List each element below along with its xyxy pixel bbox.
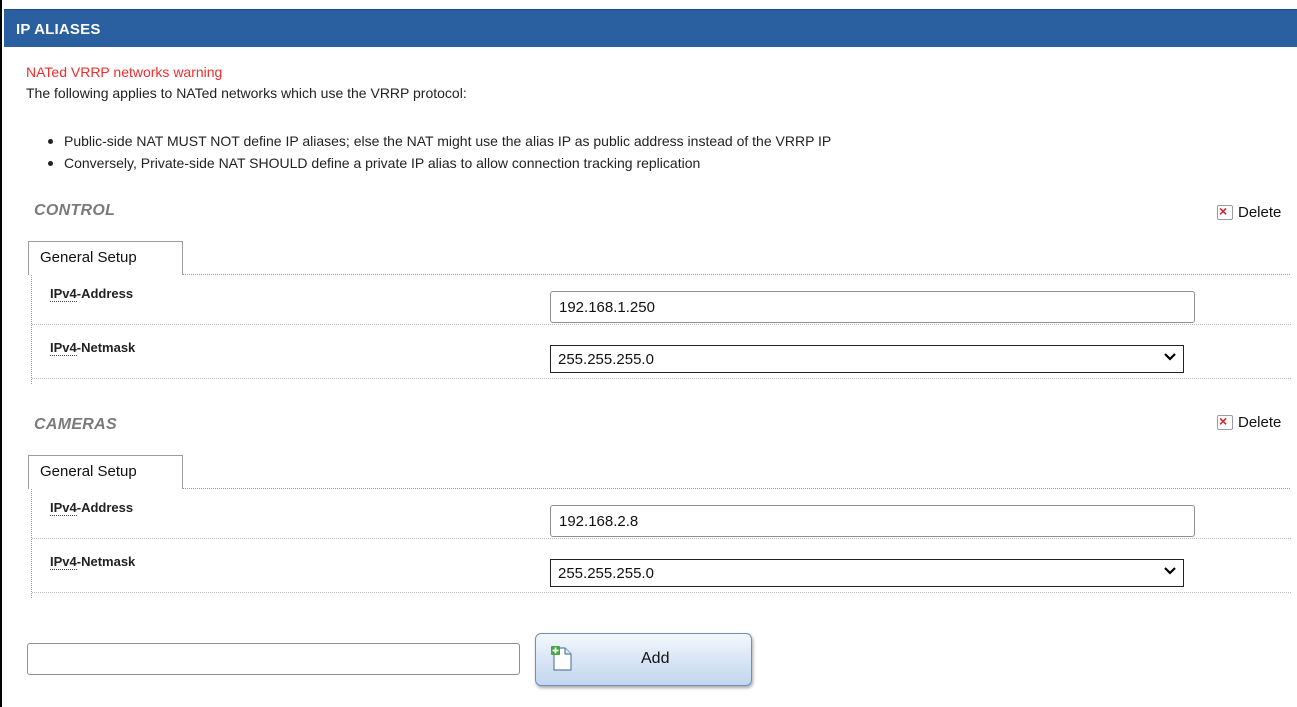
warning-intro: The following applies to NATed networks …: [26, 85, 467, 101]
general-setup-panel: IPv4-Address IPv4-Netmask 255.255.255.0: [31, 488, 1291, 598]
tab-label: General Setup: [40, 463, 137, 480]
ipv4-address-input[interactable]: [550, 291, 1195, 323]
warning-bullet-text: Conversely, Private-side NAT SHOULD defi…: [64, 155, 701, 171]
add-button[interactable]: Add: [535, 633, 752, 686]
tab-general-setup[interactable]: General Setup: [28, 241, 183, 275]
ipv4-address-input[interactable]: [550, 505, 1195, 537]
netmask-selected-value: 255.255.255.0: [558, 565, 654, 582]
section-title-control: CONTROL: [34, 202, 116, 219]
delete-icon: ×: [1217, 204, 1233, 220]
ipv4-address-row: IPv4-Address: [32, 279, 1291, 325]
warning-bullet: Public-side NAT MUST NOT define IP alias…: [48, 133, 831, 155]
bullet-dot-icon: [48, 139, 53, 144]
delete-cameras-button[interactable]: × Delete: [1217, 414, 1297, 431]
delete-icon: ×: [1217, 414, 1233, 430]
ipv4-netmask-select[interactable]: 255.255.255.0: [550, 559, 1184, 587]
ipv4-netmask-row: IPv4-Netmask 255.255.255.0: [32, 547, 1291, 593]
warning-bullet: Conversely, Private-side NAT SHOULD defi…: [48, 155, 831, 177]
add-section-icon: [551, 646, 572, 671]
delete-label: Delete: [1238, 204, 1282, 221]
chevron-down-icon: [1164, 567, 1176, 575]
general-setup-panel: IPv4-Address IPv4-Netmask 255.255.255.0: [31, 274, 1291, 384]
page-title: IP ALIASES: [16, 21, 101, 38]
add-button-label: Add: [641, 650, 670, 667]
warning-title: NATed VRRP networks warning: [26, 64, 223, 80]
page-header: IP ALIASES: [4, 9, 1297, 47]
warning-bullet-list: Public-side NAT MUST NOT define IP alias…: [48, 133, 831, 177]
bullet-dot-icon: [48, 161, 53, 166]
tab-label: General Setup: [40, 249, 137, 266]
tab-general-setup[interactable]: General Setup: [28, 455, 183, 489]
ipv4-netmask-select[interactable]: 255.255.255.0: [550, 345, 1184, 373]
config-page: IP ALIASES NATed VRRP networks warning T…: [0, 0, 1297, 707]
ipv4-address-label: IPv4-Address: [50, 286, 134, 302]
delete-label: Delete: [1238, 414, 1282, 431]
section-title-cameras: CAMERAS: [34, 416, 117, 433]
ipv4-address-label: IPv4-Address: [50, 500, 134, 516]
ipv4-netmask-label: IPv4-Netmask: [50, 554, 136, 570]
warning-bullet-text: Public-side NAT MUST NOT define IP alias…: [64, 133, 832, 149]
ipv4-netmask-row: IPv4-Netmask 255.255.255.0: [32, 333, 1291, 379]
ipv4-address-row: IPv4-Address: [32, 493, 1291, 539]
netmask-selected-value: 255.255.255.0: [558, 351, 654, 368]
new-section-name-input[interactable]: [27, 643, 520, 675]
delete-control-button[interactable]: × Delete: [1217, 204, 1297, 221]
chevron-down-icon: [1164, 353, 1176, 361]
ipv4-netmask-label: IPv4-Netmask: [50, 340, 136, 356]
